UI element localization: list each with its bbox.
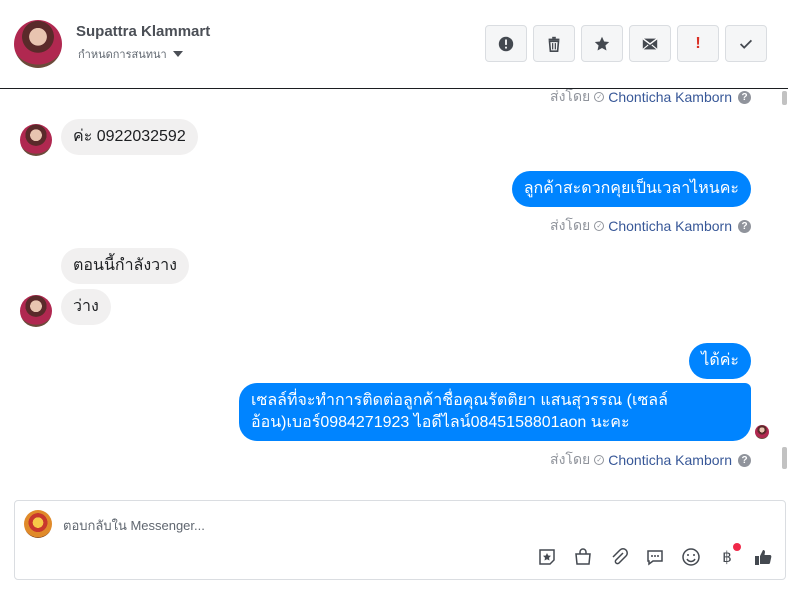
- help-icon[interactable]: ?: [738, 219, 751, 233]
- spam-button[interactable]: !: [677, 25, 719, 62]
- assign-conversation-dropdown[interactable]: กำหนดการสนทนา: [78, 45, 183, 63]
- verified-icon: ✓: [594, 455, 605, 465]
- incoming-message[interactable]: ตอนนี้กำลังวาง: [61, 248, 189, 284]
- agent-link[interactable]: Chonticha Kamborn: [608, 452, 732, 468]
- page-avatar: [24, 510, 52, 538]
- sent-by-label: ส่งโดย: [550, 451, 591, 467]
- shop-button[interactable]: [571, 545, 595, 569]
- scroll-thumb[interactable]: [782, 447, 787, 469]
- check-icon: [739, 39, 753, 49]
- sticker-icon: [539, 549, 555, 565]
- contact-avatar-small[interactable]: [20, 295, 52, 327]
- shop-icon: [575, 548, 591, 565]
- verified-icon: ✓: [594, 92, 605, 102]
- star-icon: [594, 36, 610, 50]
- mail-icon: [642, 37, 658, 50]
- help-icon[interactable]: ?: [738, 90, 751, 104]
- alert-icon: !: [695, 34, 701, 52]
- sticker-button[interactable]: [535, 545, 559, 569]
- outgoing-message[interactable]: ได้ค่ะ: [689, 343, 751, 379]
- attach-button[interactable]: [607, 545, 631, 569]
- scroll-thumb-top[interactable]: [782, 91, 787, 105]
- emoji-button[interactable]: [679, 545, 703, 569]
- contact-avatar[interactable]: [14, 20, 62, 68]
- contact-name[interactable]: Supattra Klammart: [76, 23, 210, 40]
- report-button[interactable]: [485, 25, 527, 62]
- sent-by-label: ส่งโดย: [550, 89, 591, 104]
- thread-scrollbar[interactable]: [780, 89, 788, 489]
- verified-icon: ✓: [594, 221, 605, 231]
- help-icon[interactable]: ?: [738, 453, 751, 467]
- composer-toolbar: ฿: [535, 543, 775, 569]
- chevron-down-icon: [172, 51, 183, 57]
- mark-done-button[interactable]: [725, 25, 767, 62]
- incoming-message[interactable]: ค่ะ 0922032592: [61, 119, 198, 155]
- conversation-header: Supattra Klammart กำหนดการสนทนา !: [0, 0, 788, 89]
- attach-icon: [612, 548, 628, 565]
- assign-label: กำหนดการสนทนา: [78, 49, 167, 61]
- outgoing-message[interactable]: ลูกค้าสะดวกคุยเป็นเวลาไหนคะ: [511, 171, 751, 207]
- report-icon: [498, 36, 514, 51]
- incoming-message[interactable]: ว่าง: [61, 289, 111, 325]
- agent-link[interactable]: Chonticha Kamborn: [608, 218, 732, 234]
- reply-input[interactable]: ตอบกลับใน Messenger...: [63, 515, 205, 536]
- like-icon: [755, 550, 772, 565]
- payment-button[interactable]: ฿: [715, 543, 741, 569]
- reply-composer: ตอบกลับใน Messenger... ฿: [14, 500, 786, 580]
- emoji-icon: [682, 548, 700, 566]
- agent-link[interactable]: Chonticha Kamborn: [608, 89, 732, 105]
- sent-by-line: ส่งโดย ✓ Chonticha Kamborn ?: [550, 449, 751, 471]
- trash-icon: [548, 36, 560, 52]
- like-button[interactable]: [751, 545, 775, 569]
- sent-by-label: ส่งโดย: [550, 217, 591, 233]
- baht-icon: ฿: [722, 549, 732, 566]
- notification-dot: [733, 543, 741, 551]
- sent-by-line: ส่งโดย ✓ Chonticha Kamborn ?: [550, 215, 751, 237]
- message-thread[interactable]: ส่งโดย ✓ Chonticha Kamborn ? ค่ะ 0922032…: [0, 89, 788, 489]
- saved-reply-button[interactable]: [643, 545, 667, 569]
- star-button[interactable]: [581, 25, 623, 62]
- header-toolbar: !: [485, 25, 767, 62]
- saved-reply-icon: [647, 550, 663, 566]
- mark-unread-button[interactable]: [629, 25, 671, 62]
- delete-button[interactable]: [533, 25, 575, 62]
- sent-by-line: ส่งโดย ✓ Chonticha Kamborn ?: [550, 89, 751, 108]
- outgoing-message[interactable]: เซลล์ที่จะทำการติดต่อลูกค้าชื่อคุณรัตติย…: [239, 383, 751, 441]
- contact-avatar-small[interactable]: [20, 124, 52, 156]
- seen-indicator-avatar: [755, 425, 769, 439]
